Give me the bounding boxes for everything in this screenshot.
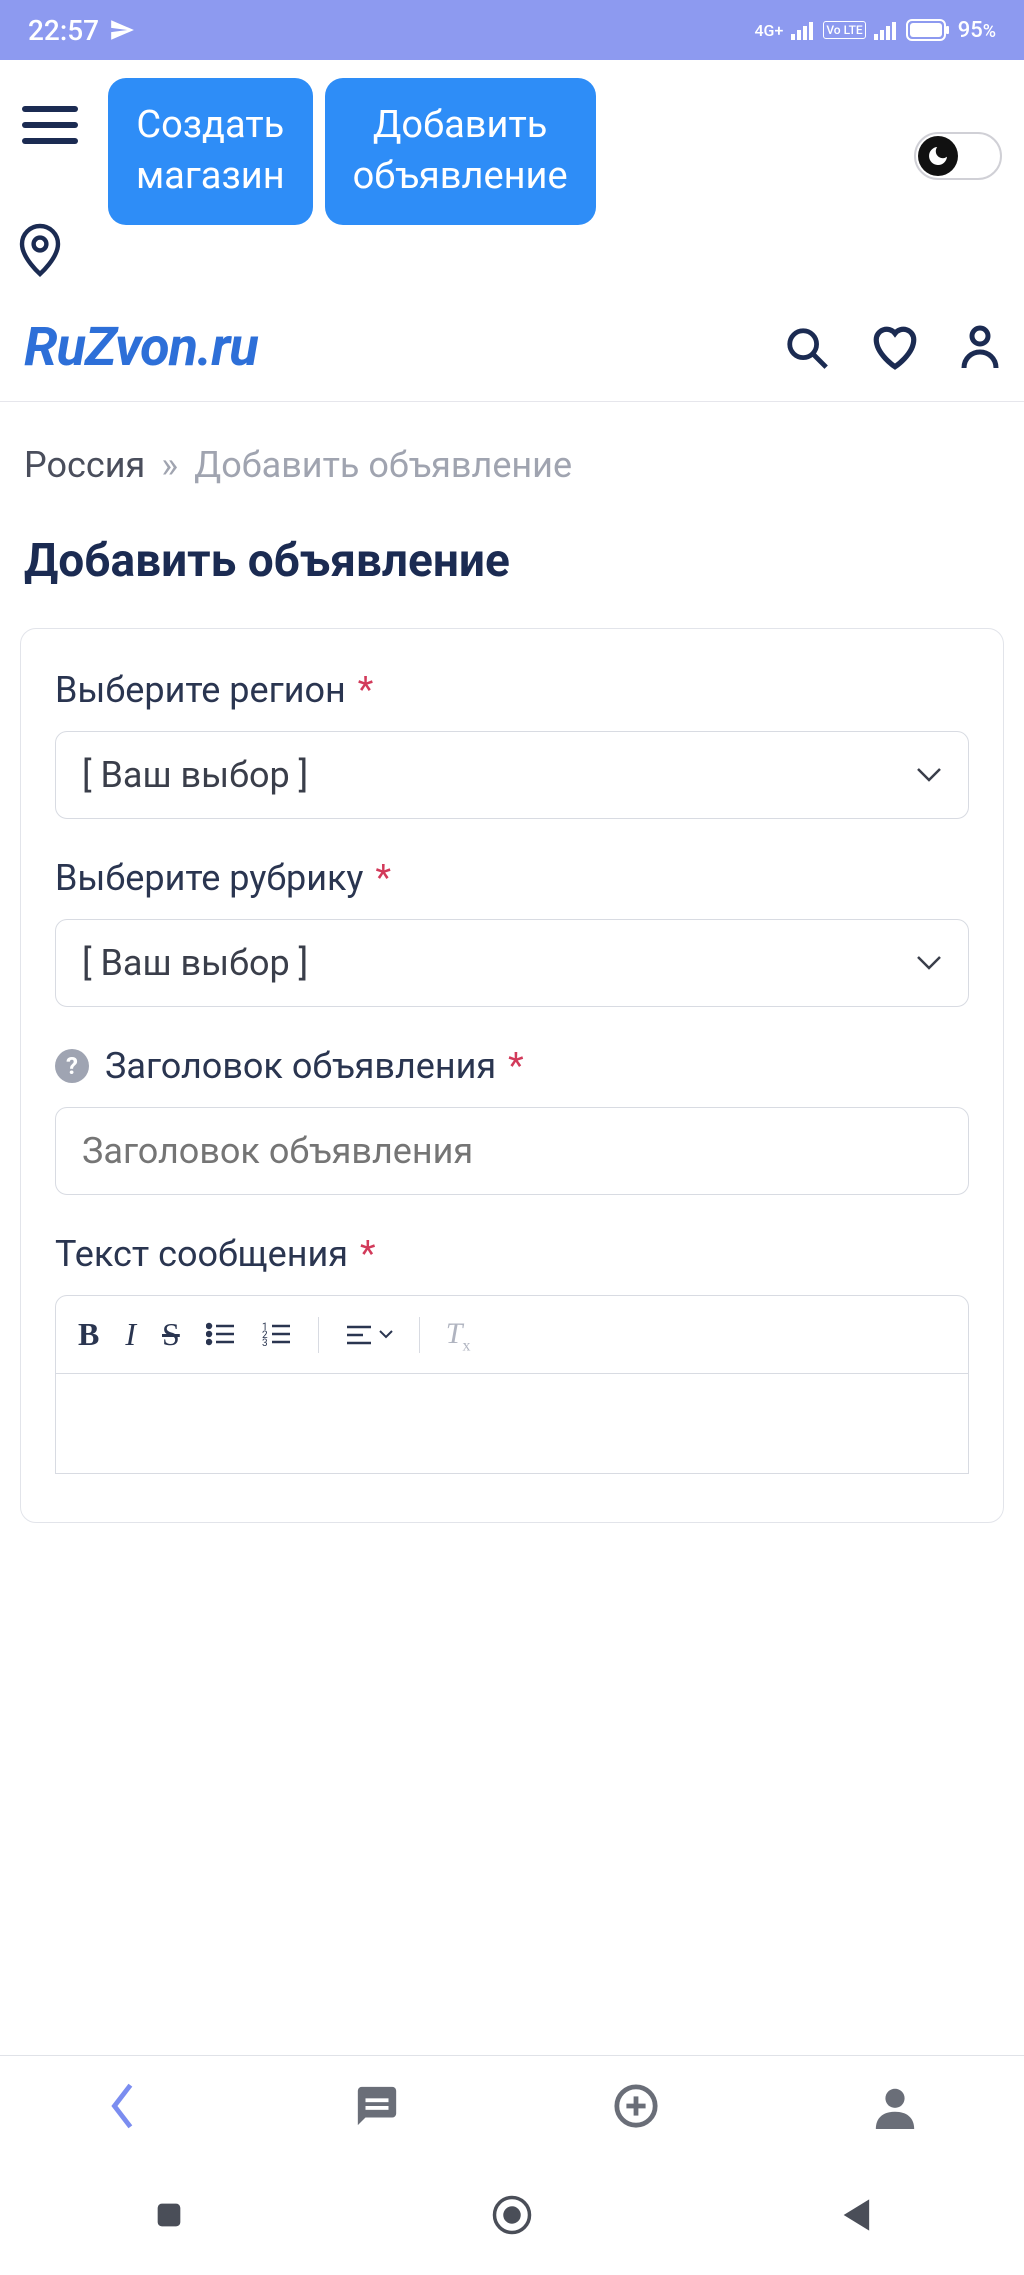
toolbar-separator (318, 1317, 319, 1353)
clear-format-button[interactable]: Tx (446, 1314, 471, 1355)
breadcrumb: Россия » Добавить объявление (0, 402, 1024, 508)
breadcrumb-current: Добавить объявление (194, 444, 572, 486)
align-button[interactable] (345, 1323, 393, 1347)
telegram-icon (109, 17, 135, 43)
page-title: Добавить объявление (0, 508, 1024, 628)
chevron-down-icon (916, 955, 942, 971)
region-select[interactable]: [ Ваш выбор ] (55, 731, 969, 819)
status-time: 22:57 (28, 14, 99, 47)
chevron-down-icon (916, 767, 942, 783)
nav-chat-icon[interactable] (354, 2083, 400, 2129)
strike-button[interactable]: S (162, 1316, 180, 1353)
help-icon[interactable]: ? (55, 1049, 89, 1083)
editor-toolbar: B I S 123 Tx (55, 1295, 969, 1374)
rubric-select[interactable]: [ Ваш выбор ] (55, 919, 969, 1007)
sys-home-button[interactable] (491, 2194, 533, 2236)
hamburger-menu[interactable] (22, 106, 78, 144)
system-nav (0, 2155, 1024, 2275)
numbered-list-button[interactable]: 123 (262, 1316, 292, 1354)
sys-back-button[interactable] (838, 2196, 872, 2234)
network-label: 4G+ (754, 21, 783, 40)
search-icon[interactable] (784, 325, 830, 371)
text-label: Текст сообщения * (55, 1233, 969, 1275)
region-label: Выберите регион * (55, 669, 969, 711)
sys-recent-button[interactable] (152, 2198, 186, 2232)
title-label: ? Заголовок объявления * (55, 1045, 969, 1087)
create-store-button[interactable]: Создать магазин (108, 78, 313, 225)
battery-percent: 95% (958, 18, 996, 43)
title-input[interactable] (55, 1107, 969, 1195)
user-icon[interactable] (960, 324, 1000, 372)
site-logo[interactable]: RuZvon.ru (24, 316, 258, 379)
chevron-down-icon (379, 1330, 393, 1340)
rubric-label: Выберите рубрику * (55, 857, 969, 899)
nav-back-button[interactable] (107, 2082, 141, 2130)
svg-text:3: 3 (262, 1338, 268, 1346)
bottom-app-nav (0, 2055, 1024, 2155)
form-card: Выберите регион * [ Ваш выбор ] Выберите… (20, 628, 1004, 1523)
signal-icon-1 (791, 20, 815, 40)
signal-icon-2 (874, 20, 898, 40)
status-bar: 22:57 4G+ Vo LTE 95% (0, 0, 1024, 60)
breadcrumb-root[interactable]: Россия (24, 444, 145, 486)
italic-button[interactable]: I (125, 1316, 136, 1353)
moon-icon (926, 144, 950, 168)
breadcrumb-sep: » (161, 444, 178, 486)
nav-profile-icon[interactable] (872, 2083, 918, 2129)
heart-icon[interactable] (870, 325, 920, 371)
bold-button[interactable]: B (78, 1316, 99, 1353)
bullet-list-button[interactable] (206, 1316, 236, 1354)
text-editor-body[interactable] (55, 1374, 969, 1474)
battery-icon (906, 19, 950, 41)
nav-add-icon[interactable] (613, 2083, 659, 2129)
theme-toggle[interactable] (914, 132, 1002, 180)
volte-badge: Vo LTE (823, 21, 865, 39)
add-ad-button[interactable]: Добавить объявление (325, 78, 596, 225)
location-pin-icon[interactable] (16, 222, 96, 282)
toolbar-separator (419, 1317, 420, 1353)
